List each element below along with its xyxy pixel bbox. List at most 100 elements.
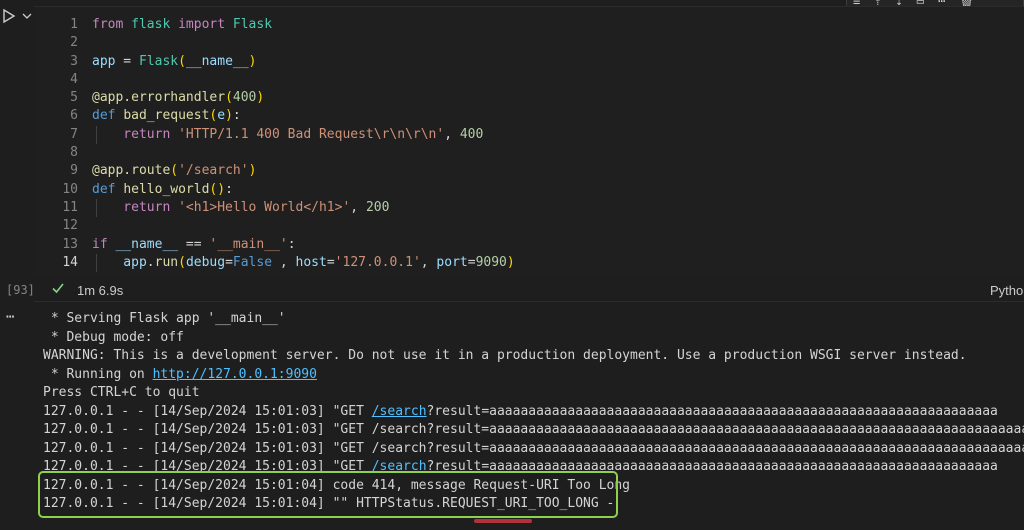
code-token: return — [92, 199, 179, 215]
code-token: , — [420, 254, 437, 270]
output-text: * Running on — [43, 366, 153, 382]
line-number: 11 — [62, 199, 78, 215]
code-token: __name__ — [185, 53, 249, 69]
line-number: 10 — [62, 181, 78, 197]
play-icon — [3, 8, 16, 24]
output-line: * Debug mode: off — [43, 329, 1024, 348]
output-text: WARNING: This is a development server. D… — [43, 348, 967, 363]
code-token: 'HTTP/1.1 400 Bad Request\r\n\r\n' — [178, 126, 445, 142]
code-token: app — [92, 254, 147, 270]
code-token: ) — [256, 90, 265, 106]
code-line: def hello_world(): — [92, 181, 515, 199]
code-token: e — [217, 108, 226, 124]
line-number: 6 — [70, 108, 78, 124]
line-number: 8 — [70, 145, 78, 161]
code-token: '127.0.0.1' — [334, 254, 421, 270]
code-token: : — [287, 236, 296, 252]
output-link[interactable]: http://127.0.0.1:9090 — [153, 367, 317, 382]
code-token: : — [225, 181, 233, 197]
code-token: ) — [225, 108, 233, 124]
code-token: @app.errorhandler — [92, 90, 226, 106]
code-token: return — [92, 126, 179, 142]
code-token: port — [436, 254, 468, 270]
code-token: debug — [185, 254, 226, 270]
code-token: 9090 — [475, 254, 507, 270]
line-number: 13 — [62, 236, 78, 252]
output-line: 127.0.0.1 - - [14/Sep/2024 15:01:03] "GE… — [43, 403, 1024, 422]
code-token: = — [225, 254, 233, 270]
code-token: host — [295, 254, 327, 270]
code-token: , — [444, 126, 460, 142]
execution-time: 1m 6.9s — [77, 283, 124, 298]
output-text: Press CTRL+C to quit — [43, 385, 200, 400]
output-line: * Serving Flask app '__main__' — [43, 310, 1024, 329]
code-token: ( — [178, 53, 186, 69]
output-line: Press CTRL+C to quit — [43, 384, 1024, 403]
code-line: app.run(debug=False , host='127.0.0.1', … — [92, 254, 514, 272]
code-token: app — [92, 53, 116, 69]
code-token: def — [92, 181, 124, 197]
code-token: Flask — [138, 53, 179, 69]
run-cell-button[interactable] — [2, 8, 16, 24]
code-token: hello_world — [123, 181, 210, 197]
code-token: 400 — [459, 126, 484, 142]
run-options-button[interactable] — [22, 12, 32, 20]
output-actions-icon[interactable]: ⋯ — [6, 309, 15, 325]
code-token: '/search' — [178, 163, 249, 179]
run-controls — [2, 8, 32, 24]
code-line: return 'HTTP/1.1 400 Bad Request\r\n\r\n… — [92, 126, 515, 144]
code-token: __name__ — [115, 236, 179, 252]
code-token: : — [232, 108, 241, 124]
line-number: 3 — [70, 53, 78, 69]
success-check-icon — [51, 280, 65, 299]
code-line: if __name__ == '__main__': — [92, 236, 515, 254]
output-link[interactable]: /search — [372, 404, 427, 419]
code-token: ) — [248, 53, 257, 69]
code-token: = — [467, 254, 476, 270]
code-token: = — [326, 254, 335, 270]
output-text: 127.0.0.1 - - [14/Sep/2024 15:01:03] "GE… — [43, 403, 372, 419]
code-token: ( — [170, 163, 179, 179]
red-annotation-mark — [474, 519, 532, 523]
code-line: from flask import Flask — [92, 16, 515, 34]
code-token: import — [178, 17, 233, 32]
code-line: def bad_request(e): — [92, 107, 515, 125]
code-token: 200 — [365, 199, 390, 215]
line-number: 12 — [62, 218, 78, 234]
line-number-gutter: 1 2 3 4 5 6 7 8 9 10 11 12 13 14 — [34, 16, 78, 272]
code-token: bad_request — [123, 108, 210, 124]
code-token: ) — [248, 163, 257, 179]
code-token: if — [92, 236, 116, 252]
code-token: . — [146, 254, 155, 270]
output-text: * Debug mode: off — [43, 329, 184, 345]
code-token: , — [350, 199, 366, 215]
code-token: == — [178, 236, 210, 252]
code-token: from — [92, 17, 132, 32]
output-line: 127.0.0.1 - - [14/Sep/2024 15:01:03] "GE… — [43, 440, 1024, 459]
code-line: @app.errorhandler(400) — [92, 89, 515, 107]
line-number: 14 — [62, 254, 78, 270]
kernel-language-label[interactable]: Pytho — [990, 283, 1023, 298]
output-line: WARNING: This is a development server. D… — [43, 347, 1024, 366]
highlight-box — [38, 471, 618, 518]
line-number: 7 — [70, 126, 78, 142]
output-text: ?result=aaaaaaaaaaaaaaaaaaaaaaaaaaaaaaaa… — [426, 403, 998, 419]
line-number: 9 — [70, 163, 78, 179]
line-number: 5 — [70, 90, 78, 106]
code-token: 400 — [232, 90, 257, 106]
code-token: ( — [178, 254, 186, 270]
code-token: flask — [131, 17, 179, 32]
output-text: 127.0.0.1 - - [14/Sep/2024 15:01:03] "GE… — [43, 440, 1024, 456]
chevron-down-icon — [22, 13, 32, 19]
line-number: 2 — [70, 35, 78, 51]
line-number: 4 — [70, 71, 78, 87]
code-token: False — [232, 254, 273, 270]
code-line: return '<h1>Hello World</h1>', 200 — [92, 199, 515, 217]
code-token: Flask — [232, 17, 273, 32]
code-content[interactable]: from flask import Flask app = Flask(__na… — [92, 16, 515, 272]
code-token: ) — [217, 181, 226, 197]
line-number: 1 — [70, 17, 78, 32]
